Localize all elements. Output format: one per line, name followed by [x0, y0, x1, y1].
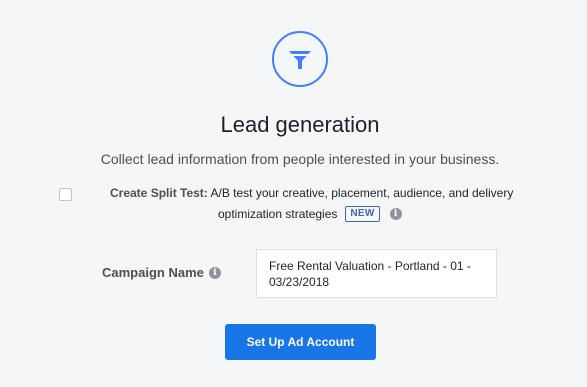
new-badge: NEW [345, 206, 380, 222]
campaign-name-input[interactable]: Free Rental Valuation - Portland - 01 - … [256, 249, 497, 298]
set-up-ad-account-button[interactable]: Set Up Ad Account [225, 324, 376, 360]
info-icon[interactable]: i [389, 208, 402, 220]
lead-generation-page: Lead generation Collect lead information… [0, 0, 587, 387]
campaign-name-label-row: Campaign Name i [102, 265, 221, 280]
split-test-description-line2: optimization strategies NEW i [218, 206, 402, 222]
split-test-text-line2: optimization strategies [218, 207, 338, 221]
page-title: Lead generation [220, 112, 380, 137]
split-test-label: Create Split Test: [110, 186, 208, 200]
campaign-name-label: Campaign Name [102, 265, 204, 280]
split-test-text-line1: A/B test your creative, placement, audie… [207, 186, 514, 200]
split-test-description: Create Split Test: A/B test your creativ… [110, 186, 513, 200]
page-subtitle: Collect lead information from people int… [100, 151, 500, 167]
info-icon[interactable]: i [208, 266, 221, 279]
split-test-checkbox[interactable] [59, 188, 72, 201]
funnel-icon [272, 31, 328, 87]
